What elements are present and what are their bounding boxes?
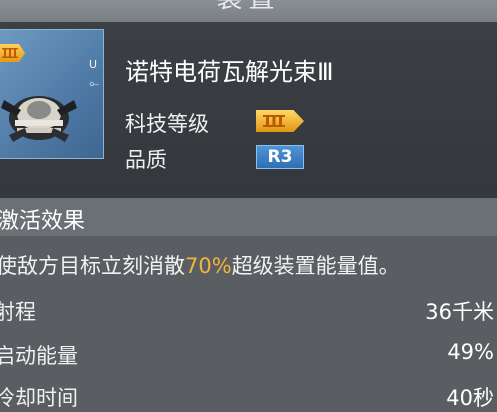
- tier-3-chevron-icon: [0, 44, 25, 62]
- effect-desc-suffix: 超级装置能量值。: [231, 254, 400, 278]
- effect-desc-highlight: 70%: [185, 254, 232, 278]
- link-icon: ⟜: [89, 76, 99, 90]
- stat-label-activation-energy: 启动能量: [0, 344, 78, 368]
- stat-value-cooldown: 40秒: [446, 386, 494, 410]
- effect-description: 使敌方目标立刻消散70%超级装置能量值。: [0, 250, 400, 280]
- stat-label-cooldown: 冷却时间: [0, 386, 78, 410]
- stat-value-activation-energy: 49%: [447, 340, 494, 364]
- stat-label-range: 射程: [0, 300, 36, 324]
- quality-label: 品质: [125, 148, 167, 172]
- quality-badge: R3: [256, 145, 304, 169]
- upgrade-mark: U: [88, 58, 97, 71]
- tech-level-label: 科技等级: [125, 112, 209, 136]
- effect-section-title: 激活效果: [0, 209, 86, 234]
- weapon-module-icon: [1, 96, 77, 142]
- item-thumbnail[interactable]: U ⟜: [0, 29, 104, 159]
- effect-desc-prefix: 使敌方目标立刻消散: [0, 254, 185, 278]
- panel-title: 装置: [0, 0, 497, 15]
- panel-header: 装置: [0, 0, 497, 22]
- stat-value-range: 36千米: [425, 300, 494, 324]
- item-name: 诺特电荷瓦解光束Ⅲ: [125, 58, 334, 86]
